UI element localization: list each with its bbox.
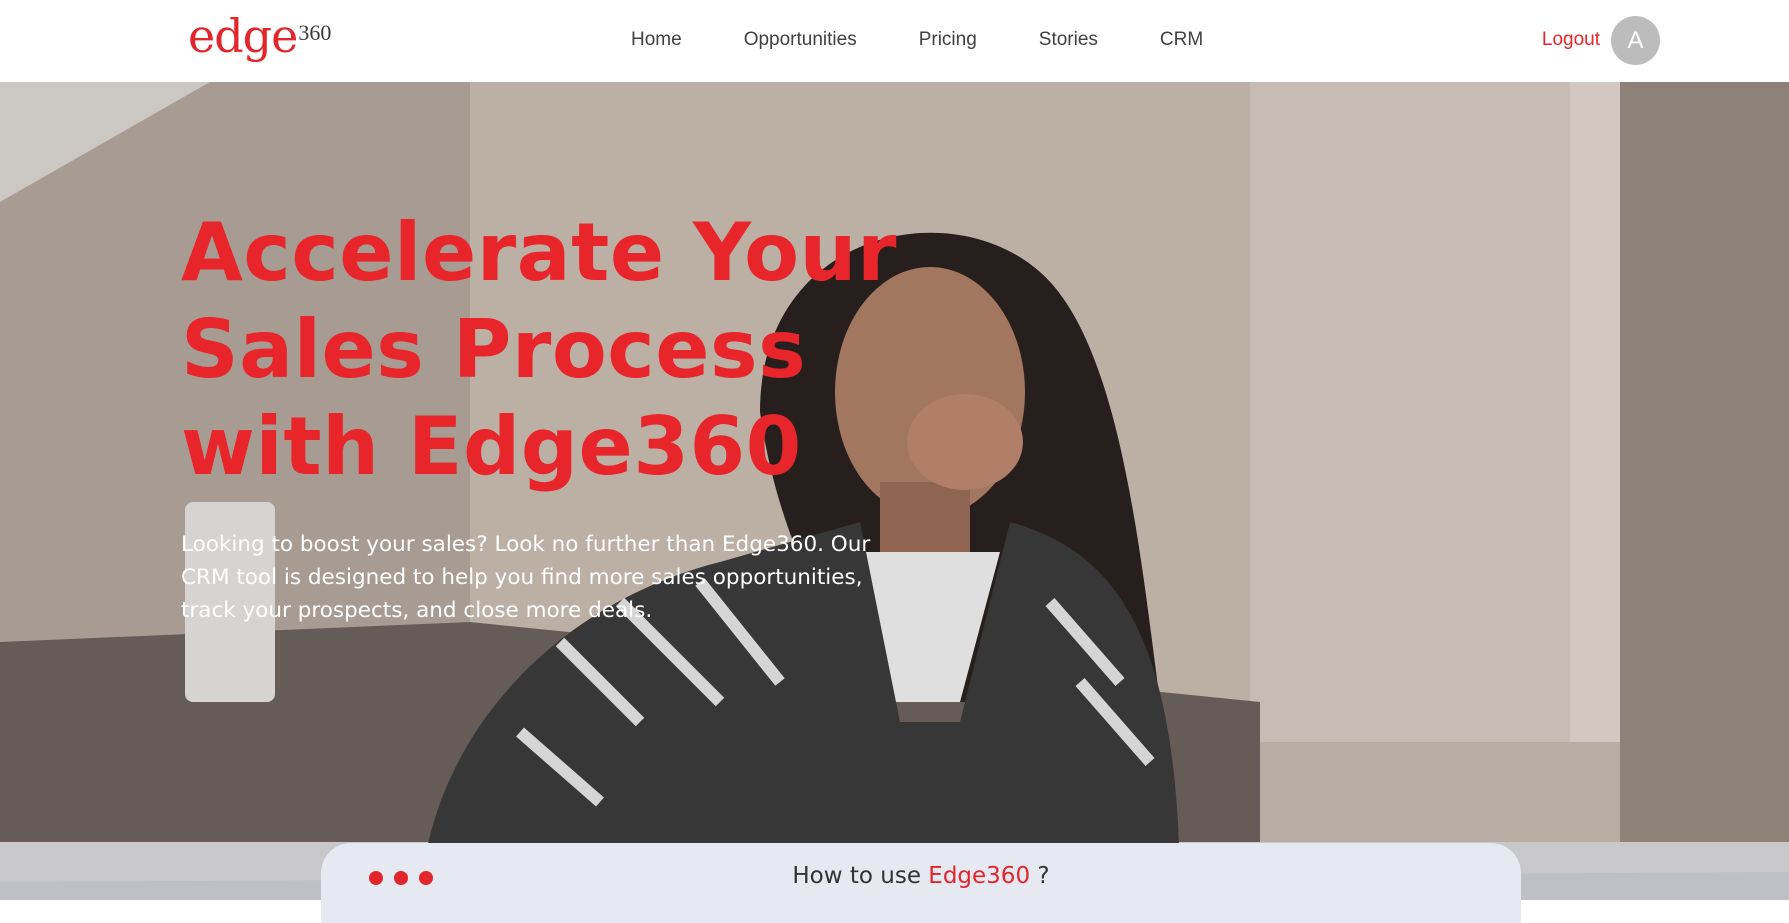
- edge360-logo[interactable]: edge 360: [188, 10, 331, 66]
- logo-wordmark: edge: [188, 9, 298, 63]
- user-avatar[interactable]: A: [1611, 16, 1660, 65]
- nav-home[interactable]: Home: [631, 27, 682, 53]
- how-to-use-heading: How to use Edge360 ?: [321, 861, 1521, 891]
- top-navbar: edge 360 Home Opportunities Pricing Stor…: [0, 0, 1789, 82]
- logo-superscript: 360: [298, 20, 332, 45]
- howto-prefix: How to use: [792, 863, 929, 889]
- logout-link[interactable]: Logout: [1542, 27, 1600, 53]
- howto-brand: Edge360: [928, 863, 1031, 889]
- how-to-use-panel[interactable]: How to use Edge360 ?: [321, 843, 1521, 923]
- nav-stories[interactable]: Stories: [1039, 27, 1098, 53]
- hero-headline: Accelerate Your Sales Process with Edge3…: [181, 206, 897, 493]
- nav-pricing[interactable]: Pricing: [919, 27, 977, 53]
- howto-suffix: ?: [1030, 863, 1050, 889]
- hero-description: Looking to boost your sales? Look no fur…: [181, 532, 871, 623]
- main-nav: Home Opportunities Pricing Stories CRM: [631, 27, 1203, 53]
- hero-section: Accelerate Your Sales Process with Edge3…: [0, 82, 1789, 900]
- nav-crm[interactable]: CRM: [1160, 27, 1203, 53]
- nav-opportunities[interactable]: Opportunities: [744, 27, 857, 53]
